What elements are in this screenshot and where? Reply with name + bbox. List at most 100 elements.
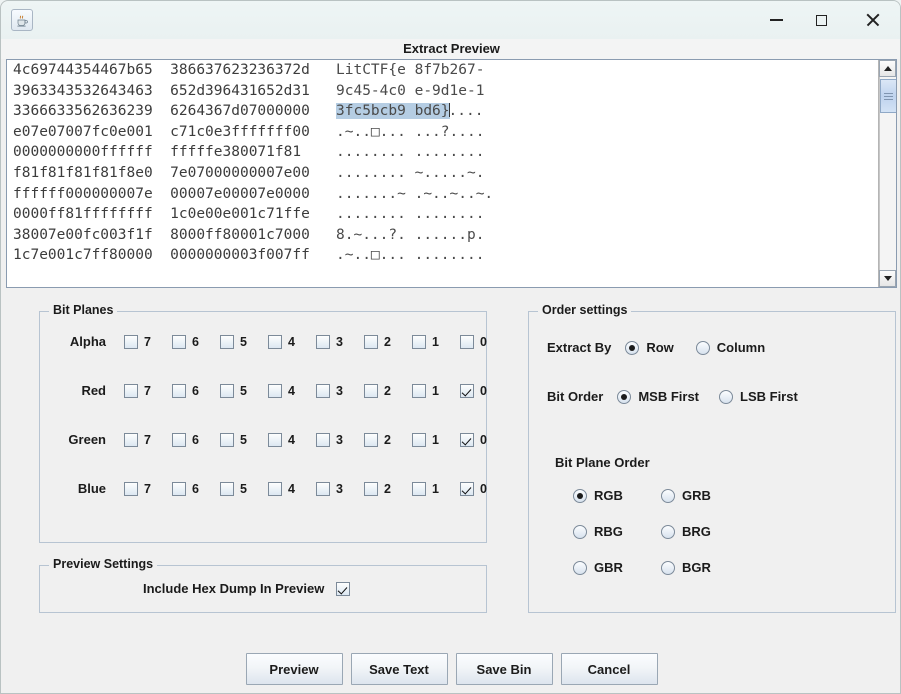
- checkbox-green-bit-0[interactable]: [460, 432, 474, 447]
- save-bin-button[interactable]: Save Bin: [455, 653, 553, 685]
- checkbox-alpha-bit-3[interactable]: [316, 334, 330, 349]
- checkbox-red-bit-6[interactable]: [172, 383, 186, 398]
- checkbox-red-bit-5[interactable]: [220, 383, 234, 398]
- checkbox-red-bit-0[interactable]: [460, 383, 474, 398]
- checkbox-green-bit-2[interactable]: [364, 432, 378, 447]
- bit-plane-checkbox-alpha-3[interactable]: 3: [316, 334, 364, 349]
- radio-bit-plane-order-rbg[interactable]: [573, 524, 587, 539]
- save-text-button[interactable]: Save Text: [350, 653, 448, 685]
- preview-button[interactable]: Preview: [245, 653, 343, 685]
- bit-plane-checkbox-green-6[interactable]: 6: [172, 432, 220, 447]
- extract-by-option-row[interactable]: Row: [625, 340, 674, 355]
- bit-plane-checkbox-alpha-2[interactable]: 2: [364, 334, 412, 349]
- bit-plane-checkbox-red-0[interactable]: 0: [460, 383, 508, 398]
- bit-plane-checkbox-blue-3[interactable]: 3: [316, 481, 364, 496]
- bit-plane-checkbox-green-3[interactable]: 3: [316, 432, 364, 447]
- checkbox-alpha-bit-6[interactable]: [172, 334, 186, 349]
- bit-plane-checkbox-red-2[interactable]: 2: [364, 383, 412, 398]
- checkbox-red-bit-3[interactable]: [316, 383, 330, 398]
- bit-plane-checkbox-alpha-5[interactable]: 5: [220, 334, 268, 349]
- checkbox-blue-bit-3[interactable]: [316, 481, 330, 496]
- bit-plane-checkbox-blue-4[interactable]: 4: [268, 481, 316, 496]
- bit-plane-checkbox-blue-5[interactable]: 5: [220, 481, 268, 496]
- include-hex-dump-row[interactable]: Include Hex Dump In Preview: [143, 581, 351, 596]
- bit-order-option-msb[interactable]: MSB First: [617, 389, 699, 404]
- checkbox-green-bit-6[interactable]: [172, 432, 186, 447]
- checkbox-red-bit-4[interactable]: [268, 383, 282, 398]
- bit-plane-order-option-brg[interactable]: BRG: [661, 524, 711, 539]
- checkbox-green-bit-7[interactable]: [124, 432, 138, 447]
- bit-plane-order-option-rgb[interactable]: RGB: [573, 488, 661, 503]
- scroll-down-button[interactable]: [879, 270, 896, 287]
- checkbox-alpha-bit-7[interactable]: [124, 334, 138, 349]
- bit-plane-checkbox-blue-1[interactable]: 1: [412, 481, 460, 496]
- bit-plane-checkbox-blue-6[interactable]: 6: [172, 481, 220, 496]
- caret-up-icon: [883, 66, 892, 71]
- maximize-button[interactable]: [798, 1, 844, 39]
- scrollbar-track[interactable]: [879, 77, 896, 270]
- checkbox-blue-bit-4[interactable]: [268, 481, 282, 496]
- radio-bit-plane-order-brg[interactable]: [661, 524, 675, 539]
- bit-plane-checkbox-red-5[interactable]: 5: [220, 383, 268, 398]
- checkbox-green-bit-4[interactable]: [268, 432, 282, 447]
- radio-extract-by-row[interactable]: [625, 340, 640, 355]
- checkbox-alpha-bit-0[interactable]: [460, 334, 474, 349]
- bit-plane-checkbox-alpha-6[interactable]: 6: [172, 334, 220, 349]
- checkbox-green-bit-5[interactable]: [220, 432, 234, 447]
- checkbox-alpha-bit-4[interactable]: [268, 334, 282, 349]
- bit-plane-checkbox-red-7[interactable]: 7: [124, 383, 172, 398]
- bit-plane-checkbox-green-1[interactable]: 1: [412, 432, 460, 447]
- radio-bit-order-msb-first[interactable]: [617, 389, 632, 404]
- bit-plane-order-option-rbg[interactable]: RBG: [573, 524, 661, 539]
- checkbox-alpha-bit-5[interactable]: [220, 334, 234, 349]
- cancel-button[interactable]: Cancel: [560, 653, 658, 685]
- radio-extract-by-column[interactable]: [695, 340, 710, 355]
- scrollbar-thumb[interactable]: [880, 79, 896, 113]
- checkbox-red-bit-1[interactable]: [412, 383, 426, 398]
- hex-dump-text-area[interactable]: 4c69744354467b65 386637623236372d LitCTF…: [7, 60, 878, 287]
- checkbox-blue-bit-1[interactable]: [412, 481, 426, 496]
- radio-bit-order-lsb-first[interactable]: [719, 389, 734, 404]
- checkbox-blue-bit-6[interactable]: [172, 481, 186, 496]
- checkbox-green-bit-1[interactable]: [412, 432, 426, 447]
- bit-plane-order-option-grb[interactable]: GRB: [661, 488, 711, 503]
- bit-plane-order-option-bgr[interactable]: BGR: [661, 560, 711, 575]
- checkbox-red-bit-2[interactable]: [364, 383, 378, 398]
- bit-plane-checkbox-alpha-4[interactable]: 4: [268, 334, 316, 349]
- extract-by-option-column[interactable]: Column: [695, 340, 765, 355]
- preview-vertical-scrollbar[interactable]: [878, 60, 896, 287]
- bit-plane-checkbox-green-5[interactable]: 5: [220, 432, 268, 447]
- bit-plane-checkbox-green-2[interactable]: 2: [364, 432, 412, 447]
- bit-plane-checkbox-green-4[interactable]: 4: [268, 432, 316, 447]
- checkbox-blue-bit-7[interactable]: [124, 481, 138, 496]
- checkbox-alpha-bit-1[interactable]: [412, 334, 426, 349]
- scroll-up-button[interactable]: [879, 60, 896, 77]
- checkbox-blue-bit-2[interactable]: [364, 481, 378, 496]
- checkbox-blue-bit-5[interactable]: [220, 481, 234, 496]
- bit-plane-checkbox-alpha-7[interactable]: 7: [124, 334, 172, 349]
- radio-bit-plane-order-grb[interactable]: [661, 488, 675, 503]
- checkbox-red-bit-7[interactable]: [124, 383, 138, 398]
- bit-plane-checkbox-red-3[interactable]: 3: [316, 383, 364, 398]
- checkbox-blue-bit-0[interactable]: [460, 481, 474, 496]
- bit-plane-checkbox-red-6[interactable]: 6: [172, 383, 220, 398]
- bit-plane-checkbox-alpha-1[interactable]: 1: [412, 334, 460, 349]
- bit-plane-checkbox-blue-0[interactable]: 0: [460, 481, 508, 496]
- bit-plane-order-option-gbr[interactable]: GBR: [573, 560, 661, 575]
- bit-plane-checkbox-alpha-0[interactable]: 0: [460, 334, 508, 349]
- radio-bit-plane-order-bgr[interactable]: [661, 560, 675, 575]
- radio-bit-plane-order-rgb[interactable]: [573, 488, 587, 503]
- bit-plane-checkbox-blue-2[interactable]: 2: [364, 481, 412, 496]
- close-button[interactable]: [850, 1, 896, 39]
- radio-bit-plane-order-gbr[interactable]: [573, 560, 587, 575]
- bit-plane-checkbox-blue-7[interactable]: 7: [124, 481, 172, 496]
- bit-plane-checkbox-red-1[interactable]: 1: [412, 383, 460, 398]
- bit-plane-checkbox-red-4[interactable]: 4: [268, 383, 316, 398]
- bit-plane-checkbox-green-7[interactable]: 7: [124, 432, 172, 447]
- minimize-button[interactable]: [753, 1, 799, 39]
- checkbox-include-hex-dump[interactable]: [336, 581, 351, 596]
- bit-plane-checkbox-green-0[interactable]: 0: [460, 432, 508, 447]
- checkbox-alpha-bit-2[interactable]: [364, 334, 378, 349]
- checkbox-green-bit-3[interactable]: [316, 432, 330, 447]
- bit-order-option-lsb[interactable]: LSB First: [719, 389, 798, 404]
